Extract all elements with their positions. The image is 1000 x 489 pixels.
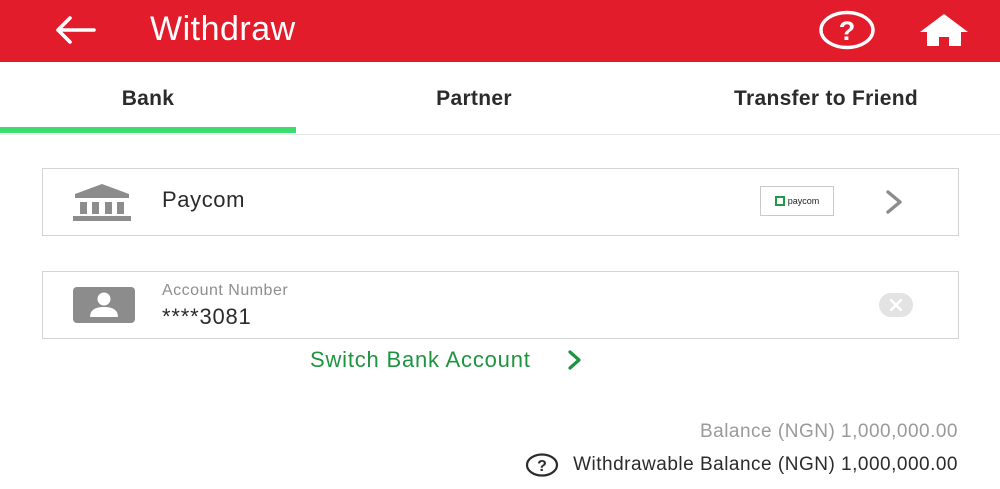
help-button[interactable]: ? xyxy=(817,9,877,51)
home-button[interactable] xyxy=(914,9,974,51)
arrow-left-icon xyxy=(56,16,96,44)
account-number-field[interactable]: Account Number ****3081 xyxy=(42,271,959,339)
bank-name: Paycom xyxy=(162,187,246,212)
account-card-icon xyxy=(73,287,135,323)
home-icon xyxy=(920,14,968,46)
chevron-right-icon xyxy=(886,190,902,214)
paycom-logo-mark xyxy=(774,196,785,206)
withdrawable-help-button[interactable]: ? xyxy=(525,453,559,477)
back-button[interactable] xyxy=(50,8,102,52)
withdrawable-balance-text: Withdrawable Balance (NGN) 1,000,000.00 xyxy=(573,454,958,475)
tab-transfer-to-friend[interactable]: Transfer to Friend xyxy=(652,62,1000,135)
clear-icon xyxy=(889,298,903,312)
switch-bank-account-link[interactable]: Switch Bank Account xyxy=(310,347,583,373)
tab-bank[interactable]: Bank xyxy=(0,62,296,135)
balance-text: Balance (NGN) 1,000,000.00 xyxy=(699,421,958,442)
svg-text:?: ? xyxy=(537,458,547,475)
active-tab-indicator xyxy=(0,127,296,133)
withdrawable-balance-row: ? Withdrawable Balance (NGN) 1,000,000.0… xyxy=(525,453,958,477)
help-circle-icon: ? xyxy=(525,453,559,477)
help-circle-icon: ? xyxy=(819,10,875,50)
bank-selector[interactable]: Paycom paycom xyxy=(42,168,959,236)
account-number-label: Account Number xyxy=(162,282,289,299)
svg-text:?: ? xyxy=(839,16,856,46)
switch-bank-account-label: Switch Bank Account xyxy=(310,347,531,372)
app-header: Withdraw ? xyxy=(0,0,1000,62)
bank-logo: paycom xyxy=(760,186,834,216)
bank-logo-text: paycom xyxy=(787,196,820,206)
page-title: Withdraw xyxy=(150,10,296,48)
chevron-right-icon xyxy=(568,350,581,370)
account-number-value: ****3081 xyxy=(162,304,252,329)
tab-partner[interactable]: Partner xyxy=(326,62,622,135)
tab-bar: Bank Partner Transfer to Friend xyxy=(0,62,1000,135)
bank-building-icon xyxy=(73,184,131,221)
clear-button[interactable] xyxy=(879,293,913,317)
